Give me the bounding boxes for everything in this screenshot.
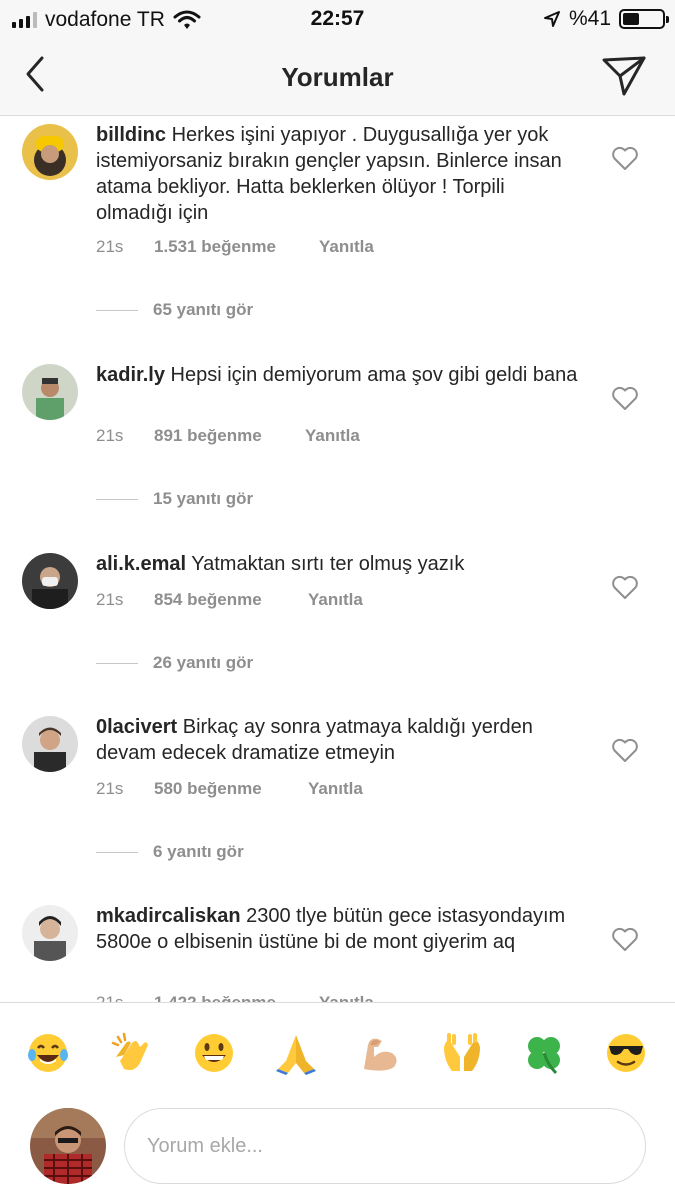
comment-text: mkadircaliskan 2300 tlye bütün gece ista… — [96, 903, 586, 955]
divider — [96, 662, 138, 664]
status-bar: vodafone TR 22:57 %41 — [0, 0, 675, 38]
comment-time: 21s — [96, 779, 124, 798]
folded-hands-icon[interactable] — [274, 1031, 318, 1075]
comment-time: 21s — [96, 590, 124, 609]
tears-of-joy-emoji-icon[interactable] — [26, 1031, 70, 1075]
avatar[interactable] — [22, 364, 78, 420]
comment-message: Herkes işini yapıyor . Duygusallığa yer … — [96, 124, 562, 224]
avatar[interactable] — [22, 905, 78, 961]
comment-meta: 21s 854 beğenme Yanıtla — [96, 590, 363, 610]
reply-button[interactable]: Yanıtla — [319, 993, 374, 1002]
reply-button[interactable]: Yanıtla — [308, 590, 363, 610]
comment-time: 21s — [96, 237, 124, 256]
heart-icon[interactable] — [611, 574, 639, 600]
view-replies-link[interactable]: 15 yanıtı gör — [96, 489, 253, 509]
comment-likes[interactable]: 580 beğenme — [154, 779, 308, 799]
comment-meta: 21s 580 beğenme Yanıtla — [96, 779, 363, 799]
comment-input[interactable] — [124, 1108, 646, 1184]
comment-username[interactable]: 0lacivert — [96, 716, 177, 738]
header: Yorumlar — [0, 38, 675, 116]
clapping-hands-icon[interactable] — [110, 1031, 154, 1075]
divider — [96, 851, 138, 853]
battery-percent: %41 — [568, 7, 611, 30]
paper-plane-icon[interactable] — [601, 54, 647, 98]
comment-text: billdinc Herkes işini yapıyor . Duygusal… — [96, 122, 586, 226]
comment-message: Hepsi için demiyorum ama şov gibi geldi … — [170, 364, 578, 386]
comment-likes[interactable]: 891 beğenme — [154, 426, 305, 446]
reply-button[interactable]: Yanıtla — [305, 426, 360, 446]
comment-time: 21s — [96, 426, 124, 445]
heart-icon[interactable] — [611, 926, 639, 952]
comment-input-row — [0, 1100, 675, 1200]
reply-button[interactable]: Yanıtla — [319, 237, 374, 257]
emoji-bar — [0, 1002, 675, 1100]
divider — [96, 309, 138, 311]
comment-username[interactable]: mkadircaliskan — [96, 905, 241, 927]
status-right: %41 — [543, 7, 669, 31]
avatar[interactable] — [22, 553, 78, 609]
battery-icon — [619, 9, 669, 29]
comment-meta: 21s 1.531 beğenme Yanıtla — [96, 237, 374, 257]
comment-message: Yatmaktan sırtı ter olmuş yazık — [191, 553, 465, 575]
comment-text: kadir.ly Hepsi için demiyorum ama şov gi… — [96, 362, 586, 388]
comment-meta: 21s 891 beğenme Yanıtla — [96, 426, 360, 446]
comment-text: ali.k.emal Yatmaktan sırtı ter olmuş yaz… — [96, 551, 586, 577]
view-replies-label: 26 yanıtı gör — [153, 653, 254, 672]
sunglasses-face-icon[interactable] — [604, 1031, 648, 1075]
reply-button[interactable]: Yanıtla — [308, 779, 363, 799]
comment-meta: 21s 1.422 beğenme Yanıtla — [96, 993, 374, 1002]
view-replies-label: 6 yanıtı gör — [153, 842, 244, 861]
view-replies-link[interactable]: 26 yanıtı gör — [96, 653, 253, 673]
heart-icon[interactable] — [611, 737, 639, 763]
avatar[interactable] — [22, 124, 78, 180]
comment-time: 21s — [96, 993, 154, 1002]
view-replies-link[interactable]: 6 yanıtı gör — [96, 842, 244, 862]
palms-up-together-icon[interactable] — [440, 1031, 484, 1075]
comment-likes[interactable]: 1.531 beğenme — [154, 237, 319, 257]
avatar[interactable] — [22, 716, 78, 772]
flexed-biceps-icon[interactable] — [358, 1031, 402, 1075]
view-replies-label: 15 yanıtı gör — [153, 489, 254, 508]
avatar[interactable] — [30, 1108, 106, 1184]
comments-list[interactable]: billdinc Herkes işini yapıyor . Duygusal… — [0, 116, 675, 1002]
comment-username[interactable]: ali.k.emal — [96, 553, 186, 575]
heart-icon[interactable] — [611, 145, 639, 171]
location-arrow-icon — [543, 11, 560, 27]
four-leaf-clover-icon[interactable] — [522, 1031, 566, 1075]
comment-text: 0lacivert Birkaç ay sonra yatmaya kaldığ… — [96, 714, 586, 766]
comment-username[interactable]: billdinc — [96, 124, 166, 146]
view-replies-label: 65 yanıtı gör — [153, 300, 254, 319]
comment-likes[interactable]: 854 beğenme — [154, 590, 308, 610]
divider — [96, 498, 138, 500]
comment-username[interactable]: kadir.ly — [96, 364, 165, 386]
comment-likes[interactable]: 1.422 beğenme — [154, 993, 319, 1002]
heart-icon[interactable] — [611, 385, 639, 411]
page-title: Yorumlar — [281, 62, 394, 92]
view-replies-link[interactable]: 65 yanıtı gör — [96, 300, 253, 320]
grinning-face-icon[interactable] — [192, 1031, 236, 1075]
